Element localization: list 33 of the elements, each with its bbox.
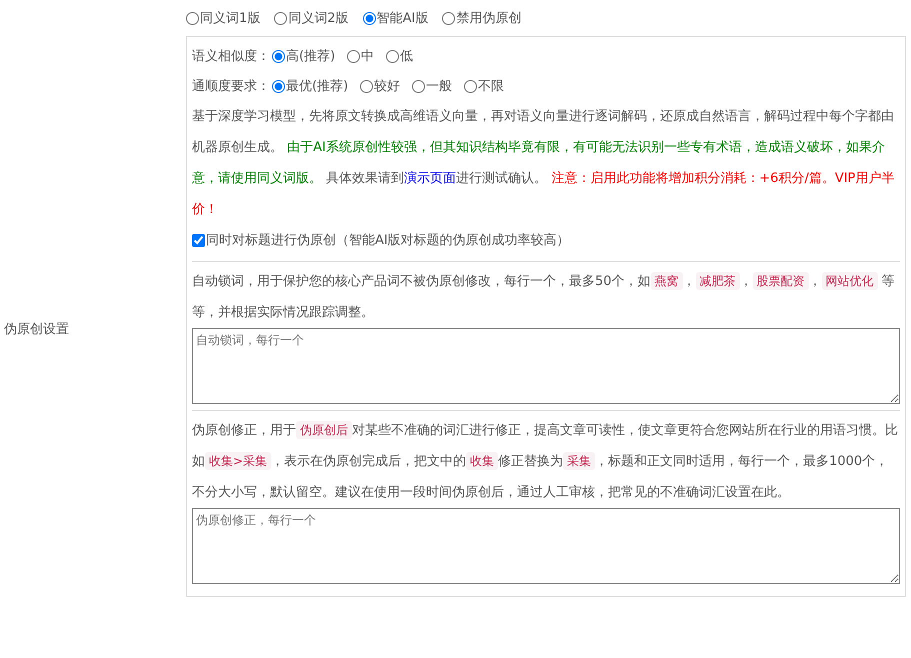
option-label: 智能AI版	[376, 10, 428, 27]
radio-button[interactable]	[464, 80, 478, 92]
input-field[interactable]: 自动锁词，每行一个	[192, 328, 900, 404]
option-label: 一般	[426, 78, 452, 95]
setting-label: 语义相似度：	[192, 48, 270, 65]
radio-button[interactable]	[386, 50, 400, 62]
radio-button[interactable]	[362, 12, 376, 24]
demo-page-link[interactable]: 演示页面	[404, 171, 456, 186]
setting-label: 通顺度要求：	[192, 78, 270, 95]
option-label: 不限	[478, 78, 504, 95]
radio-button[interactable]	[272, 50, 285, 62]
option-label: 同义词2版	[288, 10, 349, 27]
option-label: 最优(推荐)	[286, 78, 348, 95]
option-label: 高(推荐)	[286, 48, 336, 65]
option-label: 中	[361, 48, 374, 65]
radio-button[interactable]	[347, 50, 360, 62]
description-text: 基于深度学习模型，先将原文转换成高维语义向量，再对语义向量进行逐词解码，还原成自然语言，解码过程中每个字都由机器原创生成。 由于AI系统原创性较强，但其知识结构毕竟有限，有可能无法识别一些专有术语，造成语义破坏，如果介意，请使用同义词版。 具体效果请到演示页面进行测试确认。 注意：启用此功能将增加积分消耗：+6积分/篇。VIP用户半价！	[192, 108, 896, 219]
option-label: 同时对标题进行伪原创（智能AI版对标题的伪原创成功率较高）	[206, 232, 570, 249]
radio-button[interactable]	[186, 12, 199, 24]
checkbox[interactable]	[192, 234, 205, 246]
radio-button[interactable]	[360, 80, 374, 92]
section-label: 伪原创设置	[4, 321, 69, 338]
description-text: 伪原创修正，用于 伪原创后 对某些不准确的词汇进行修正，提高文章可读性，使文章更符合您网站所在行业的用语习惯。比如 收集>采集 ，表示在伪原创完成后，把文中的 收集 修正替换为 采集 ，标题和正文同时适用，每行一个，最多1000个，不分大小写，默认留空。建议在使用一段时间伪原创后，通过人工审核，把常见的不准确词汇设置在此。	[192, 420, 899, 502]
radio-button[interactable]	[412, 80, 426, 92]
input-field[interactable]: 伪原创修正，每行一个	[192, 508, 900, 584]
radio-button[interactable]	[442, 12, 456, 24]
option-label: 较好	[374, 78, 400, 95]
option-label: 同义词1版	[200, 10, 260, 27]
description-text: 自动锁词，用于保护您的核心产品词不被伪原创修改，每行一个，最多50个，如 燕窝 ， 减肥茶 ， 股票配资 ， 网站优化 等等，并根据实际情况跟踪调整。	[192, 271, 896, 322]
radio-button[interactable]	[274, 12, 288, 24]
radio-button[interactable]	[272, 80, 285, 92]
option-label: 低	[400, 48, 414, 65]
option-label: 禁用伪原创	[456, 10, 522, 27]
